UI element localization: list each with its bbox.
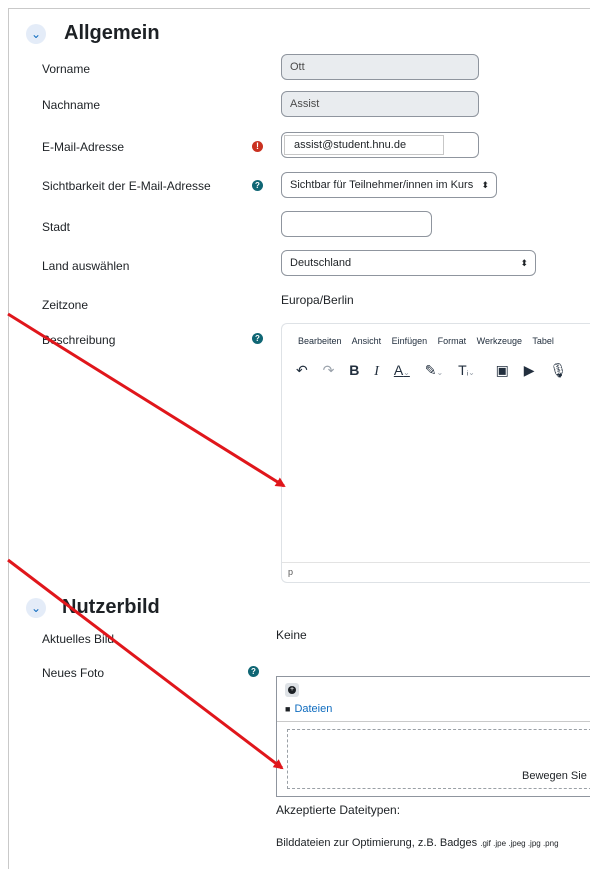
annotation-arrow-description	[7, 312, 286, 488]
annotation-arrows	[7, 312, 286, 770]
annotation-arrow-photo	[7, 558, 284, 770]
